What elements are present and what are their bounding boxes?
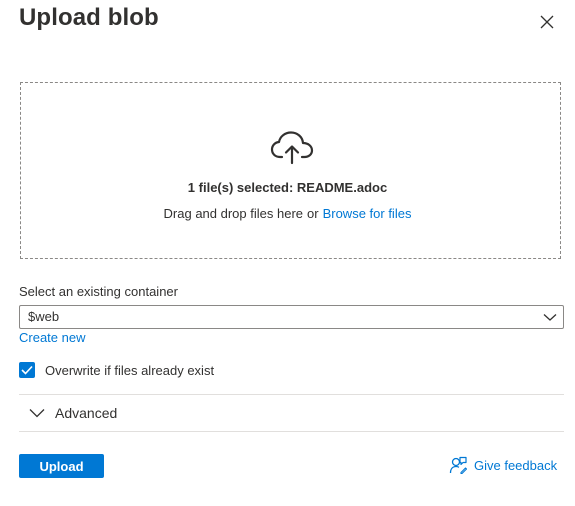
upload-button[interactable]: Upload [19, 454, 104, 478]
advanced-label: Advanced [55, 405, 118, 421]
overwrite-checkbox[interactable] [19, 362, 35, 378]
give-feedback-label: Give feedback [474, 457, 558, 473]
close-icon [540, 15, 554, 29]
upload-blob-panel: Upload blob 1 file(s) selected: README.a… [0, 0, 575, 506]
browse-files-link[interactable]: Browse for files [323, 206, 412, 221]
container-select[interactable]: $web [19, 305, 564, 329]
cloud-upload-icon [270, 131, 314, 165]
overwrite-checkbox-row[interactable]: Overwrite if files already exist [19, 362, 214, 378]
overwrite-checkbox-label: Overwrite if files already exist [45, 362, 215, 378]
give-feedback-link[interactable]: Give feedback [449, 456, 557, 474]
divider-bottom [19, 431, 564, 432]
chevron-down-icon [543, 314, 557, 321]
file-dropzone[interactable] [20, 82, 561, 259]
feedback-person-icon [449, 456, 467, 474]
selected-files-text: 1 file(s) selected: README.adoc [187, 180, 388, 195]
close-button[interactable] [534, 9, 560, 35]
create-new-container-link[interactable]: Create new [19, 330, 85, 345]
advanced-section-toggle[interactable]: Advanced [29, 405, 117, 421]
container-select-value: $web [28, 309, 60, 324]
panel-title: Upload blob [19, 4, 159, 31]
drag-drop-text: Drag and drop files here [163, 206, 304, 221]
container-select-label: Select an existing container [19, 284, 178, 299]
chevron-down-icon [29, 409, 45, 418]
or-text: or [307, 206, 319, 221]
divider-top [19, 394, 564, 395]
drag-drop-line: Drag and drop files here or Browse for fil… [0, 206, 575, 221]
checkmark-icon [21, 365, 33, 375]
